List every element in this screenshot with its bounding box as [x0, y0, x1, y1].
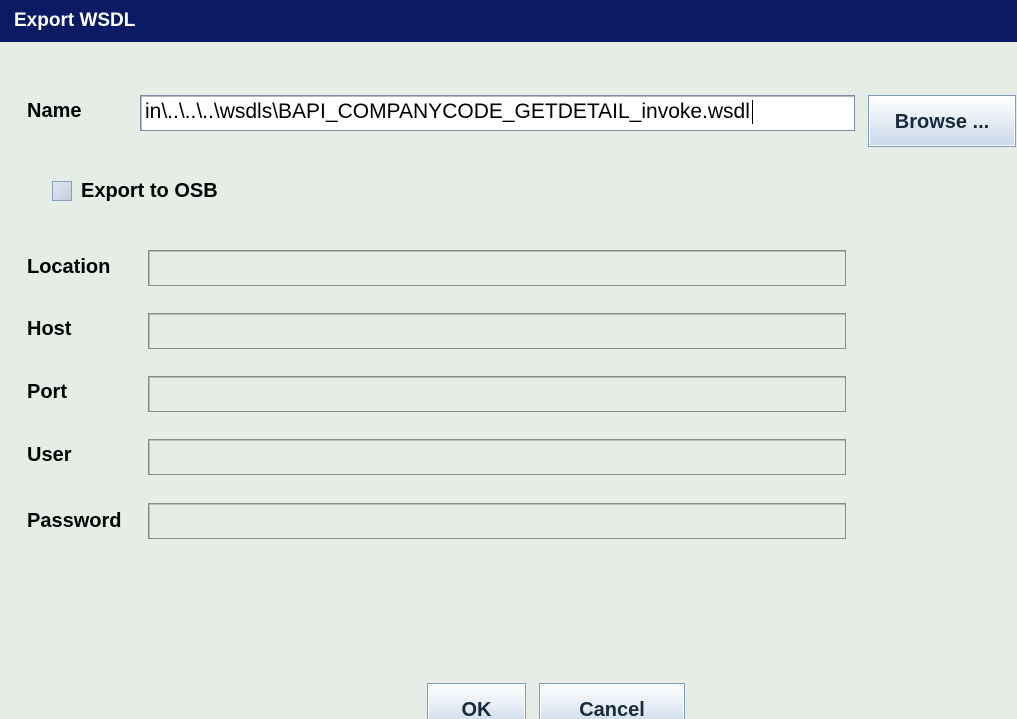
name-input-value: in\..\..\..\wsdls\BAPI_COMPANYCODE_GETDE…: [145, 100, 750, 123]
user-label: User: [27, 444, 72, 466]
password-label: Password: [27, 510, 122, 532]
browse-button[interactable]: Browse ...: [868, 95, 1016, 147]
dialog-title: Export WSDL: [0, 0, 1017, 42]
export-osb-checkbox[interactable]: [52, 181, 72, 201]
name-input[interactable]: in\..\..\..\wsdls\BAPI_COMPANYCODE_GETDE…: [140, 95, 855, 131]
ok-button[interactable]: OK: [427, 683, 526, 719]
location-input[interactable]: [148, 250, 846, 286]
password-input[interactable]: [148, 503, 846, 539]
host-input[interactable]: [148, 313, 846, 349]
cancel-button[interactable]: Cancel: [539, 683, 685, 719]
port-label: Port: [27, 381, 67, 403]
user-input[interactable]: [148, 439, 846, 475]
text-caret: [751, 100, 753, 125]
port-input[interactable]: [148, 376, 846, 412]
name-label: Name: [27, 100, 82, 122]
host-label: Host: [27, 318, 72, 340]
export-wsdl-dialog: Export WSDL Name in\..\..\..\wsdls\BAPI_…: [0, 0, 1017, 719]
location-label: Location: [27, 256, 111, 278]
export-osb-label[interactable]: Export to OSB: [81, 180, 218, 203]
